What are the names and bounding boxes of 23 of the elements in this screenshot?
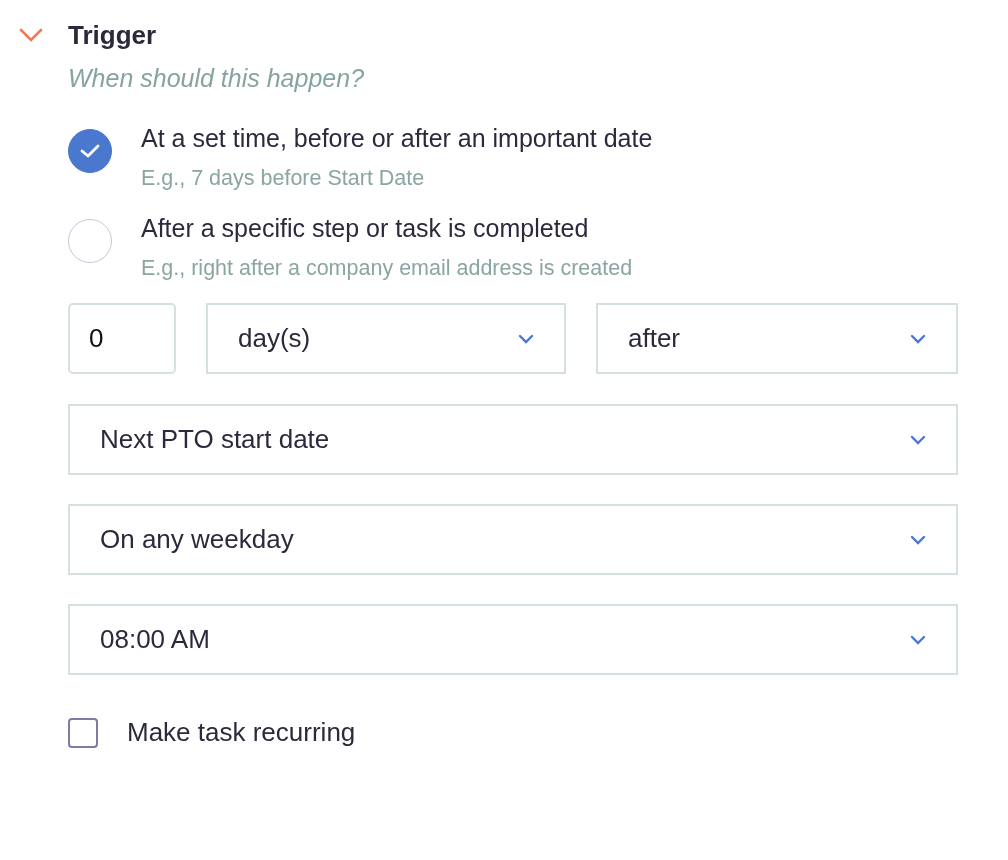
radio-button[interactable] (68, 219, 112, 263)
dropdown[interactable]: Next PTO start date (68, 404, 958, 475)
caret-icon (910, 333, 926, 344)
option-hint: E.g., 7 days before Start Date (141, 165, 426, 191)
unit-dropdown[interactable]: day(s) (206, 303, 566, 374)
option-label: After a specific step or task is completed (141, 213, 590, 243)
dropdown[interactable]: 08:00 AM (68, 604, 958, 675)
option-hint: E.g., right after a company email address is created (141, 255, 633, 281)
check-icon (79, 143, 101, 159)
section-subtitle: When should this happen? (68, 64, 366, 93)
checkbox[interactable] (68, 717, 98, 748)
checkbox-label: Make task recurring (127, 717, 356, 748)
section-title: Trigger (68, 19, 157, 51)
direction-dropdown[interactable]: after (596, 303, 958, 374)
caret-icon (910, 634, 926, 645)
checked-radio-button[interactable] (68, 129, 112, 173)
number-field[interactable]: 0 (68, 303, 176, 374)
option-label: At a set time, before or after an important date (141, 123, 653, 153)
caret-icon (910, 434, 926, 445)
dropdown[interactable]: On any weekday (68, 504, 958, 575)
caret-icon (518, 333, 534, 344)
chevron-icon[interactable] (18, 27, 44, 43)
caret-icon (910, 534, 926, 545)
